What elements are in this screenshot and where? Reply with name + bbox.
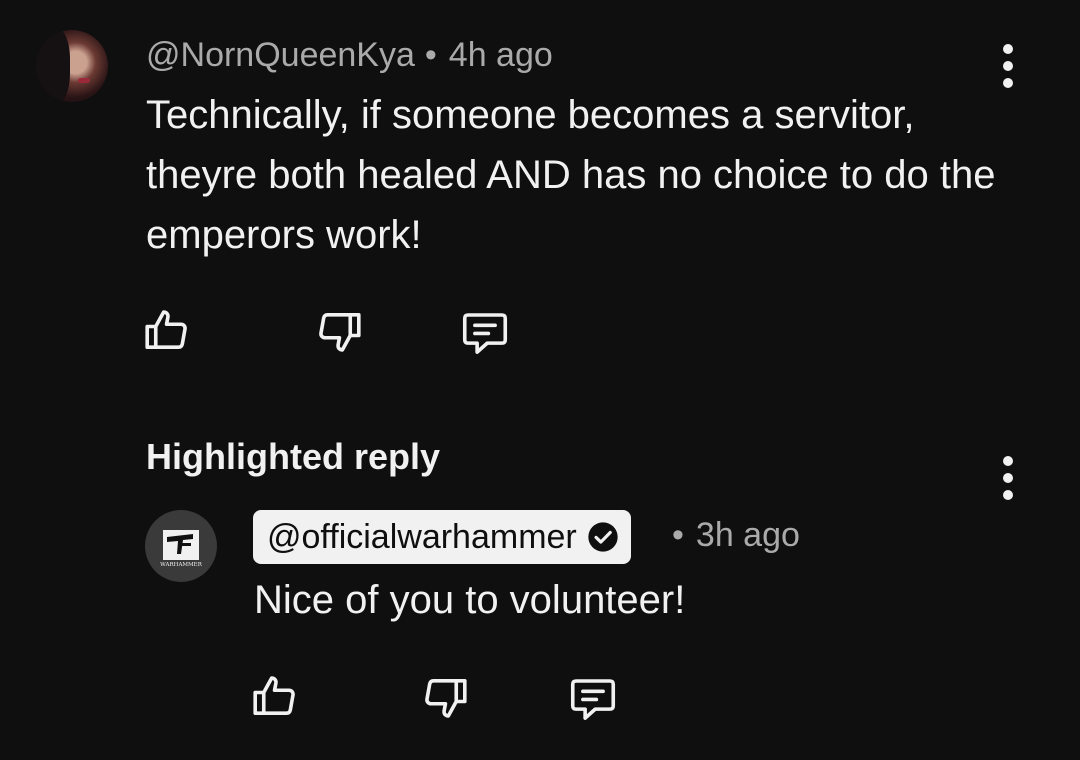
thumbs-down-icon	[319, 313, 361, 352]
meta-separator: •	[424, 36, 437, 74]
more-vert-icon-dot	[1003, 490, 1013, 500]
reply-meta: • 3h ago	[672, 516, 800, 555]
thumbs-up-icon	[253, 676, 295, 715]
highlighted-reply-heading: Highlighted reply	[146, 436, 441, 477]
warhammer-logo-icon: WARHAMMER	[160, 530, 203, 568]
thumbs-down-icon	[425, 679, 467, 718]
comment-meta: @NornQueenKya • 4h ago	[146, 36, 553, 75]
like-button[interactable]	[140, 304, 194, 358]
channel-name-badge[interactable]: @officialwarhammer	[253, 510, 631, 564]
comment-username[interactable]: @NornQueenKya	[146, 36, 415, 74]
avatar[interactable]	[36, 30, 108, 102]
reply-reply-button[interactable]	[566, 672, 620, 726]
thumbs-up-icon	[145, 310, 187, 349]
more-vert-icon-dot	[1003, 61, 1013, 71]
reply-like-button[interactable]	[248, 670, 302, 724]
channel-avatar[interactable]: WARHAMMER	[145, 510, 217, 582]
comment-icon	[462, 313, 508, 354]
dislike-button[interactable]	[312, 304, 366, 358]
comment-time: 4h ago	[448, 36, 553, 74]
meta-separator: •	[672, 516, 684, 554]
more-vert-icon	[1003, 44, 1013, 54]
reply-channel-name: @officialwarhammer	[267, 517, 577, 556]
reply-text: Nice of you to volunteer!	[254, 578, 686, 622]
verified-check-icon	[588, 522, 618, 552]
reply-button[interactable]	[458, 306, 512, 360]
logo-text: WARHAMMER	[160, 562, 203, 568]
more-vert-icon	[1003, 456, 1013, 466]
more-vert-icon-dot	[1003, 473, 1013, 483]
comment-text: Technically, if someone becomes a servit…	[146, 93, 996, 257]
reply-dislike-button[interactable]	[418, 670, 472, 724]
comment-icon	[570, 679, 616, 720]
more-options-button[interactable]	[998, 44, 1018, 88]
avatar-lip	[78, 78, 90, 83]
avatar-hair	[36, 30, 70, 102]
reply-time: 3h ago	[695, 516, 800, 554]
reply-more-options-button[interactable]	[998, 456, 1018, 500]
